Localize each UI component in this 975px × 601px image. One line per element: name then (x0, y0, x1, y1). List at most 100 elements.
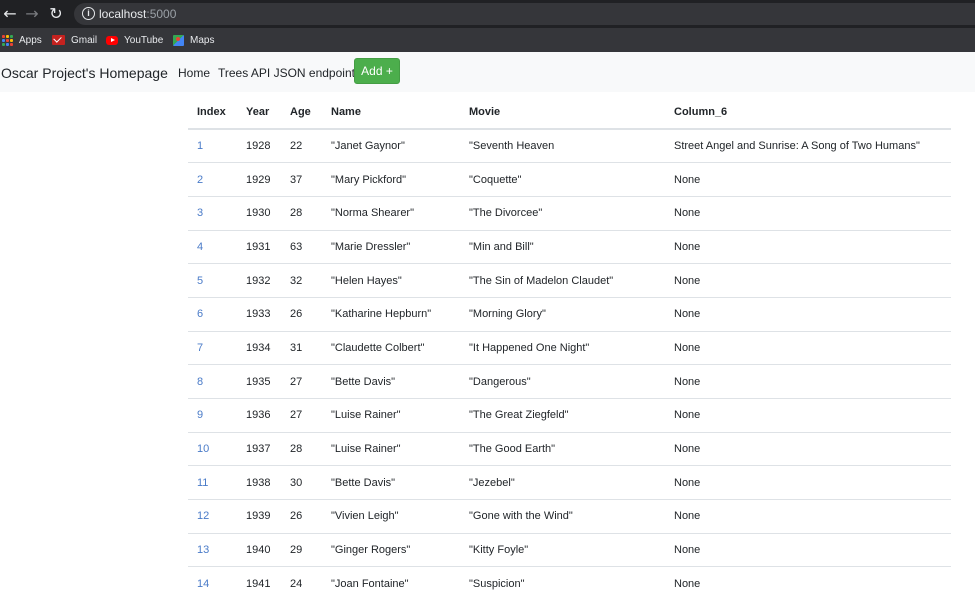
url-text[interactable]: localhost:5000 (99, 7, 176, 21)
table-row: 7 1934 31 "Claudette Colbert" "It Happened O… (188, 330, 951, 365)
cell-age: 22 (281, 128, 322, 163)
cell-name: "Ginger Rogers" (322, 532, 460, 567)
cell-index: 10 (188, 431, 237, 466)
cell-age: 26 (281, 296, 322, 332)
cell-year: 1935 (237, 364, 281, 399)
cell-index: 11 (188, 465, 237, 500)
cell-age: 31 (281, 330, 322, 365)
row-index-link[interactable]: 3 (197, 207, 203, 219)
row-index-link[interactable]: 4 (197, 241, 203, 253)
row-index-link[interactable]: 2 (197, 174, 203, 186)
url-host: localhost (99, 7, 147, 21)
cell-movie: "The Good Earth" (460, 431, 665, 466)
oscar-table: Index Year Age Name Movie Column_6 1 1928… (188, 95, 951, 601)
row-index-link[interactable]: 5 (197, 275, 203, 287)
bookmark-gmail[interactable]: Gmail (52, 32, 97, 48)
cell-movie: "Kitty Foyle" (460, 532, 665, 567)
bookmark-youtube[interactable]: YouTube (106, 32, 163, 48)
cell-name: "Claudette Colbert" (322, 330, 460, 365)
table-row: 5 1932 32 "Helen Hayes" "The Sin of Madelon … (188, 263, 951, 298)
column-header-movie: Movie (460, 95, 665, 130)
site-info-icon[interactable]: i (82, 7, 95, 20)
cell-year: 1931 (237, 229, 281, 264)
table-row: 3 1930 28 "Norma Shearer" "The Divorcee" None (188, 195, 951, 231)
cell-index: 1 (188, 128, 237, 163)
cell-age: 28 (281, 431, 322, 466)
add-button[interactable]: Add + (354, 58, 400, 84)
forward-arrow-icon[interactable]: → (22, 4, 42, 24)
cell-age: 24 (281, 566, 322, 601)
nav-link-home[interactable]: Home (178, 66, 210, 80)
cell-movie: "Suspicion" (460, 566, 665, 601)
cell-movie: "Dangerous" (460, 364, 665, 399)
cell-name: "Luise Rainer" (322, 431, 460, 466)
address-bar[interactable]: i localhost:5000 (74, 3, 975, 25)
navbar-brand[interactable]: Oscar Project's Homepage (1, 65, 168, 81)
cell-index: 8 (188, 364, 237, 399)
cell-column-6: None (665, 499, 951, 534)
cell-age: 27 (281, 398, 322, 433)
row-index-link[interactable]: 14 (197, 578, 209, 590)
column-header-column-6: Column_6 (665, 95, 951, 130)
cell-column-6: None (665, 465, 951, 500)
column-header-name: Name (322, 95, 460, 130)
row-index-link[interactable]: 13 (197, 544, 209, 556)
cell-name: "Bette Davis" (322, 465, 460, 500)
cell-age: 29 (281, 532, 322, 567)
cell-name: "Bette Davis" (322, 364, 460, 399)
cell-age: 63 (281, 229, 322, 264)
table-row: 8 1935 27 "Bette Davis" "Dangerous" None (188, 364, 951, 399)
cell-age: 26 (281, 499, 322, 534)
table-row: 9 1936 27 "Luise Rainer" "The Great Ziegfeld… (188, 398, 951, 433)
cell-column-6: None (665, 398, 951, 433)
cell-name: "Marie Dressler" (322, 229, 460, 264)
row-index-link[interactable]: 7 (197, 342, 203, 354)
cell-index: 14 (188, 566, 237, 601)
bookmark-label: YouTube (124, 34, 164, 46)
cell-year: 1936 (237, 398, 281, 433)
cell-age: 30 (281, 465, 322, 500)
cell-movie: "Seventh Heaven (460, 128, 665, 163)
cell-year: 1934 (237, 330, 281, 365)
cell-year: 1930 (237, 195, 281, 231)
row-index-link[interactable]: 10 (197, 443, 209, 455)
cell-column-6: None (665, 566, 951, 601)
cell-movie: "Coquette" (460, 162, 665, 197)
browser-toolbar: ← → ↻ i localhost:5000 (0, 0, 975, 28)
row-index-link[interactable]: 1 (197, 140, 203, 152)
cell-column-6: None (665, 162, 951, 197)
table-row: 14 1941 24 "Joan Fontaine" "Suspicion" None (188, 566, 951, 601)
cell-age: 37 (281, 162, 322, 197)
bookmark-apps[interactable]: Apps (2, 32, 42, 48)
cell-name: "Janet Gaynor" (322, 128, 460, 163)
nav-link-trees-api[interactable]: Trees API JSON endpoint (218, 66, 355, 80)
column-header-index: Index (188, 95, 237, 130)
cell-movie: "The Sin of Madelon Claudet" (460, 263, 665, 298)
bookmark-maps[interactable]: Maps (173, 32, 214, 48)
row-index-link[interactable]: 9 (197, 409, 203, 421)
cell-index: 4 (188, 229, 237, 264)
cell-year: 1928 (237, 128, 281, 163)
cell-index: 2 (188, 162, 237, 197)
row-index-link[interactable]: 6 (197, 308, 203, 320)
table-row: 4 1931 63 "Marie Dressler" "Min and Bill" Non… (188, 229, 951, 264)
cell-year: 1937 (237, 431, 281, 466)
back-arrow-icon[interactable]: ← (0, 4, 20, 24)
cell-index: 6 (188, 296, 237, 332)
reload-icon[interactable]: ↻ (46, 4, 66, 24)
row-index-link[interactable]: 11 (197, 477, 208, 489)
row-index-link[interactable]: 8 (197, 376, 203, 388)
cell-name: "Norma Shearer" (322, 195, 460, 231)
cell-movie: "The Great Ziegfeld" (460, 398, 665, 433)
cell-year: 1932 (237, 263, 281, 298)
row-index-link[interactable]: 12 (197, 510, 209, 522)
table-row: 6 1933 26 "Katharine Hepburn" "Morning Glory… (188, 296, 951, 332)
bookmark-label: Apps (19, 34, 42, 46)
gmail-icon (52, 35, 65, 45)
cell-movie: "Morning Glory" (460, 296, 665, 332)
cell-index: 3 (188, 195, 237, 231)
bookmarks-bar: Apps Gmail YouTube Maps (0, 28, 975, 52)
apps-grid-icon (2, 34, 13, 46)
cell-column-6: None (665, 229, 951, 264)
cell-column-6: None (665, 364, 951, 399)
